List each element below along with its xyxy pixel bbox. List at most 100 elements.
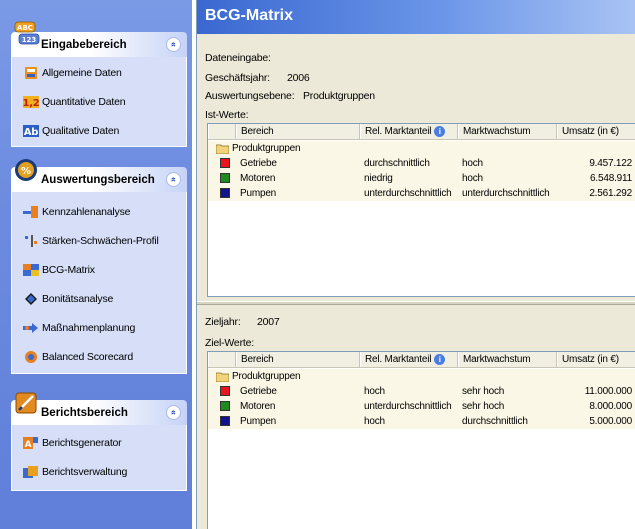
sidebar-item-allgemeine-daten[interactable]: Allgemeine Daten	[12, 58, 186, 87]
kpi-icon	[23, 205, 39, 219]
sidebar-item-label: Berichtsgenerator	[42, 436, 122, 449]
group-label: Produktgruppen	[232, 371, 301, 382]
panel-splitter[interactable]	[197, 301, 635, 305]
color-swatch	[220, 188, 230, 198]
group-eingabebereich: ABC 123 Eingabebereich « Allgemeine Date…	[11, 21, 187, 147]
target-values-label: Ziel-Werte:	[205, 337, 254, 349]
table-row[interactable]: Motoren niedrig hoch 6.548.911	[208, 171, 635, 186]
table-row[interactable]: Pumpen unterdurchschnittlich unterdurchsch…	[208, 186, 635, 201]
page-title: BCG-Matrix	[205, 7, 294, 24]
svg-text:Ab: Ab	[24, 127, 39, 138]
cell-marktwachstum: unterdurchschnittlich	[462, 188, 550, 199]
header-spacer	[208, 124, 236, 139]
cell-marktwachstum: sehr hoch	[462, 386, 505, 397]
table-header: Bereich Rel. Marktanteil i Marktwachstum …	[208, 124, 635, 140]
sidebar-item-quantitative-daten[interactable]: 1,2 Quantitative Daten	[12, 87, 186, 116]
folder-icon	[216, 372, 229, 382]
title-bar: BCG-Matrix	[197, 0, 635, 34]
svg-text:%: %	[21, 166, 31, 177]
sidebar-item-label: Qualitative Daten	[42, 124, 120, 137]
color-swatch	[220, 173, 230, 183]
sidebar-item-berichtsgenerator[interactable]: A Berichtsgenerator	[12, 428, 186, 457]
cell-bereich: Motoren	[240, 401, 276, 412]
color-swatch	[220, 401, 230, 411]
cell-marktanteil: durchschnittlich	[364, 158, 430, 169]
column-header-marktanteil[interactable]: Rel. Marktanteil i	[360, 124, 458, 139]
target-year-label: Zieljahr:	[205, 316, 241, 328]
cell-marktwachstum: sehr hoch	[462, 401, 505, 412]
info-icon[interactable]: i	[434, 354, 446, 365]
group-title: Auswertungsbereich	[41, 174, 155, 186]
info-icon[interactable]: i	[434, 126, 446, 137]
group-body: A Berichtsgenerator Berichtsverwaltung	[11, 425, 187, 491]
table-group-row[interactable]: Produktgruppen	[208, 369, 635, 384]
cell-umsatz: 9.457.122	[589, 158, 632, 169]
group-title: Berichtsbereich	[41, 407, 128, 419]
table-group-row[interactable]: Produktgruppen	[208, 141, 635, 156]
table-row[interactable]: Motoren unterdurchschnittlich sehr hoch 8.0…	[208, 399, 635, 414]
report-generator-icon: A	[23, 436, 39, 450]
sidebar-item-balanced-scorecard[interactable]: Balanced Scorecard	[12, 342, 186, 371]
level-value: Produktgruppen	[303, 90, 375, 102]
cell-umsatz: 11.000.000	[584, 386, 633, 397]
section-label: Dateneingabe:	[205, 52, 271, 64]
sidebar-item-label: Balanced Scorecard	[42, 350, 133, 363]
report-icon	[15, 392, 37, 414]
cell-bereich: Pumpen	[240, 188, 277, 199]
cell-umsatz: 2.561.292	[589, 188, 632, 199]
sidebar: ABC 123 Eingabebereich « Allgemeine Date…	[0, 0, 192, 529]
group-body: Allgemeine Daten 1,2 Quantitative Daten …	[11, 57, 187, 147]
cell-marktwachstum: hoch	[462, 158, 483, 169]
cell-marktanteil: unterdurchschnittlich	[364, 188, 452, 199]
sidebar-item-bcg-matrix[interactable]: BCG-Matrix	[12, 255, 186, 284]
column-header-umsatz[interactable]: Umsatz (in €)	[557, 352, 635, 367]
group-berichtsbereich: Berichtsbereich « A Berichtsgenerator Be…	[11, 392, 187, 491]
cell-umsatz: 8.000.000	[589, 401, 632, 412]
cell-marktanteil: unterdurchschnittlich	[364, 401, 452, 412]
group-body: Kennzahlenanalyse Stärken-Schwächen-Prof…	[11, 192, 187, 374]
column-header-marktwachstum[interactable]: Marktwachstum	[458, 124, 557, 139]
actual-values-table: Bereich Rel. Marktanteil i Marktwachstum …	[207, 123, 635, 297]
table-row[interactable]: Getriebe durchschnittlich hoch 9.457.122	[208, 156, 635, 171]
group-header-eingabebereich[interactable]: ABC 123 Eingabebereich «	[11, 21, 187, 57]
report-management-icon	[23, 465, 39, 479]
sidebar-item-label: Stärken-Schwächen-Profil	[42, 234, 159, 247]
collapse-icon[interactable]: «	[166, 37, 181, 52]
sidebar-item-label: Berichtsverwaltung	[42, 465, 128, 478]
cell-bereich: Getriebe	[240, 386, 277, 397]
fiscal-year-label: Geschäftsjahr:	[205, 72, 270, 84]
color-swatch	[220, 158, 230, 168]
column-header-bereich[interactable]: Bereich	[236, 124, 360, 139]
cell-marktwachstum: hoch	[462, 173, 483, 184]
svg-text:A: A	[25, 440, 32, 450]
cell-bereich: Getriebe	[240, 158, 277, 169]
group-auswertungsbereich: % Auswertungsbereich « Kennzahlenanalyse…	[11, 159, 187, 374]
sidebar-item-massnahmenplanung[interactable]: Maßnahmenplanung	[12, 313, 186, 342]
table-row[interactable]: Getriebe hoch sehr hoch 11.000.000	[208, 384, 635, 399]
profile-icon	[23, 234, 39, 248]
column-header-marktwachstum[interactable]: Marktwachstum	[458, 352, 557, 367]
target-year-value: 2007	[257, 316, 280, 328]
group-header-auswertungsbereich[interactable]: % Auswertungsbereich «	[11, 159, 187, 192]
collapse-icon[interactable]: «	[166, 405, 181, 420]
cell-marktanteil: hoch	[364, 386, 385, 397]
folder-icon	[216, 144, 229, 154]
table-row[interactable]: Pumpen hoch durchschnittlich 5.000.000	[208, 414, 635, 429]
scorecard-icon	[23, 350, 39, 364]
sidebar-item-qualitative-daten[interactable]: Ab Qualitative Daten	[12, 116, 186, 145]
main-area: BCG-Matrix Dateneingabe: Geschäftsjahr: …	[196, 0, 635, 529]
group-header-berichtsbereich[interactable]: Berichtsbereich «	[11, 392, 187, 425]
cell-marktanteil: hoch	[364, 416, 385, 427]
sidebar-item-bonitaetsanalyse[interactable]: Bonitätsanalyse	[12, 284, 186, 313]
target-values-table: Bereich Rel. Marktanteil i Marktwachstum …	[207, 351, 635, 529]
collapse-icon[interactable]: «	[166, 172, 181, 187]
column-header-marktanteil[interactable]: Rel. Marktanteil i	[360, 352, 458, 367]
sidebar-item-kennzahlenanalyse[interactable]: Kennzahlenanalyse	[12, 197, 186, 226]
sidebar-item-berichtsverwaltung[interactable]: Berichtsverwaltung	[12, 457, 186, 486]
level-label: Auswertungsebene:	[205, 90, 295, 102]
sidebar-item-staerken-schwaechen-profil[interactable]: Stärken-Schwächen-Profil	[12, 226, 186, 255]
column-header-bereich[interactable]: Bereich	[236, 352, 360, 367]
column-header-umsatz[interactable]: Umsatz (in €)	[557, 124, 635, 139]
svg-text:123: 123	[22, 36, 37, 44]
color-swatch	[220, 386, 230, 396]
